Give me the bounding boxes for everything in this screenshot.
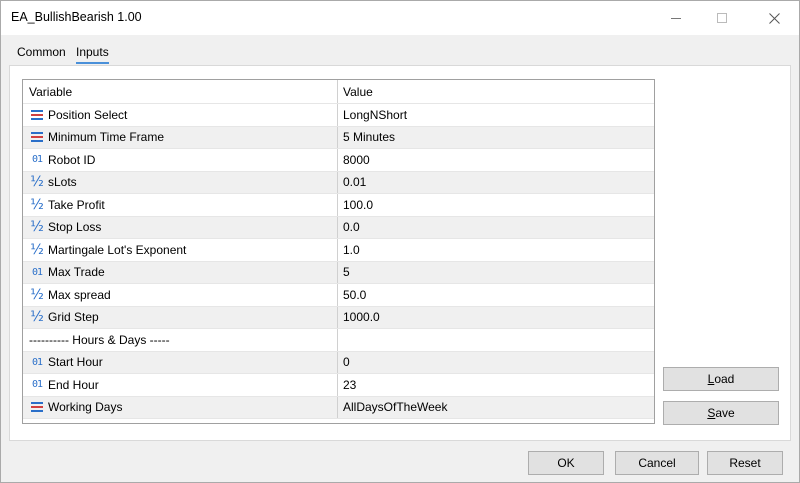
variable-cell: 01 End Hour xyxy=(23,374,338,396)
value-cell[interactable]: 0.0 xyxy=(338,217,654,239)
minimize-icon xyxy=(671,17,681,19)
variable-name: End Hour xyxy=(48,377,99,392)
load-button-mnemonic: L xyxy=(707,372,715,386)
table-row[interactable]: ½ Max spread 50.0 xyxy=(23,284,654,307)
enum-icon xyxy=(29,130,45,144)
variable-cell: 01 Robot ID xyxy=(23,149,338,171)
variable-name: Start Hour xyxy=(48,355,103,370)
maximize-icon xyxy=(717,13,727,23)
close-icon xyxy=(768,12,780,24)
variable-name: ---------- Hours & Days ----- xyxy=(29,332,170,347)
tab-common[interactable]: Common xyxy=(17,45,66,59)
variable-name: Position Select xyxy=(48,107,128,122)
variable-cell: Minimum Time Frame xyxy=(23,126,338,148)
variable-name: Max spread xyxy=(48,287,111,302)
variable-name: Robot ID xyxy=(48,152,96,167)
variable-name: Martingale Lot's Exponent xyxy=(48,242,187,257)
save-button-mnemonic: S xyxy=(707,406,716,420)
window-title: EA_BullishBearish 1.00 xyxy=(11,10,142,24)
enum-icon xyxy=(29,108,45,122)
title-bar[interactable]: EA_BullishBearish 1.00 xyxy=(1,1,799,35)
variable-cell: 01 Max Trade xyxy=(23,261,338,283)
value-cell[interactable]: 5 Minutes xyxy=(338,127,654,149)
value-cell[interactable]: 23 xyxy=(338,374,654,396)
ok-button[interactable]: OK xyxy=(528,451,604,475)
table-row[interactable]: ½ sLots 0.01 xyxy=(23,171,654,194)
table-row[interactable]: 01 End Hour 23 xyxy=(23,374,654,397)
save-button-label: ave xyxy=(715,406,735,420)
close-button[interactable] xyxy=(751,1,797,35)
variable-name: Stop Loss xyxy=(48,220,102,235)
value-cell[interactable]: 1.0 xyxy=(338,239,654,261)
cancel-button[interactable]: Cancel xyxy=(615,451,699,475)
maximize-button[interactable] xyxy=(699,1,745,35)
integer-icon: 01 xyxy=(31,266,43,278)
variable-cell: ½ sLots xyxy=(23,171,338,193)
value-cell[interactable]: 100.0 xyxy=(338,194,654,216)
table-row[interactable]: Working Days AllDaysOfTheWeek xyxy=(23,396,654,419)
variable-cell: ½ Martingale Lot's Exponent xyxy=(23,239,338,261)
load-button-label: oad xyxy=(714,372,735,386)
inputs-table[interactable]: Variable Value Position Select LongNShort… xyxy=(22,79,655,424)
double-icon: ½ xyxy=(30,241,44,258)
value-cell[interactable]: LongNShort xyxy=(338,104,654,126)
variable-cell: Position Select xyxy=(23,104,338,126)
integer-icon: 01 xyxy=(31,154,43,166)
variable-cell: 01 Start Hour xyxy=(23,351,338,373)
value-cell[interactable]: 0 xyxy=(338,352,654,374)
variable-name: Grid Step xyxy=(48,310,99,325)
column-header-variable[interactable]: Variable xyxy=(23,80,338,103)
variable-cell: ½ Stop Loss xyxy=(23,216,338,238)
table-row[interactable]: 01 Max Trade 5 xyxy=(23,261,654,284)
minimize-button[interactable] xyxy=(653,1,699,35)
table-row[interactable]: Minimum Time Frame 5 Minutes xyxy=(23,126,654,149)
value-cell[interactable]: 1000.0 xyxy=(338,307,654,329)
table-row[interactable]: ½ Martingale Lot's Exponent 1.0 xyxy=(23,239,654,262)
variable-name: Max Trade xyxy=(48,265,105,280)
tab-inputs[interactable]: Inputs xyxy=(76,45,109,64)
table-row[interactable]: ½ Take Profit 100.0 xyxy=(23,194,654,217)
save-button[interactable]: Save xyxy=(663,401,779,425)
load-button[interactable]: Load xyxy=(663,367,779,391)
variable-name: sLots xyxy=(48,175,77,190)
value-cell[interactable]: 8000 xyxy=(338,149,654,171)
reset-button[interactable]: Reset xyxy=(707,451,783,475)
variable-name: Minimum Time Frame xyxy=(48,130,165,145)
table-row[interactable]: ---------- Hours & Days ----- xyxy=(23,329,654,352)
table-row[interactable]: 01 Start Hour 0 xyxy=(23,351,654,374)
variable-cell: Working Days xyxy=(23,396,338,418)
variable-cell: ---------- Hours & Days ----- xyxy=(23,329,338,351)
double-icon: ½ xyxy=(30,174,44,191)
table-row[interactable]: ½ Stop Loss 0.0 xyxy=(23,216,654,239)
value-cell[interactable]: 50.0 xyxy=(338,284,654,306)
value-cell[interactable]: 0.01 xyxy=(338,172,654,194)
variable-cell: ½ Max spread xyxy=(23,284,338,306)
double-icon: ½ xyxy=(30,196,44,213)
column-header-value[interactable]: Value xyxy=(338,80,654,103)
table-header: Variable Value xyxy=(23,80,654,104)
double-icon: ½ xyxy=(30,309,44,326)
double-icon: ½ xyxy=(30,286,44,303)
variable-name: Working Days xyxy=(48,400,123,415)
table-row[interactable]: ½ Grid Step 1000.0 xyxy=(23,306,654,329)
variable-cell: ½ Take Profit xyxy=(23,194,338,216)
integer-icon: 01 xyxy=(31,379,43,391)
value-cell[interactable] xyxy=(338,329,654,351)
double-icon: ½ xyxy=(30,219,44,236)
value-cell[interactable]: 5 xyxy=(338,262,654,284)
dialog-window: EA_BullishBearish 1.00 Common Inputs Var… xyxy=(0,0,800,483)
variable-name: Take Profit xyxy=(48,197,105,212)
integer-icon: 01 xyxy=(31,356,43,368)
variable-cell: ½ Grid Step xyxy=(23,306,338,328)
value-cell[interactable]: AllDaysOfTheWeek xyxy=(338,397,654,419)
enum-icon xyxy=(29,400,45,414)
table-row[interactable]: Position Select LongNShort xyxy=(23,104,654,127)
table-row[interactable]: 01 Robot ID 8000 xyxy=(23,149,654,172)
